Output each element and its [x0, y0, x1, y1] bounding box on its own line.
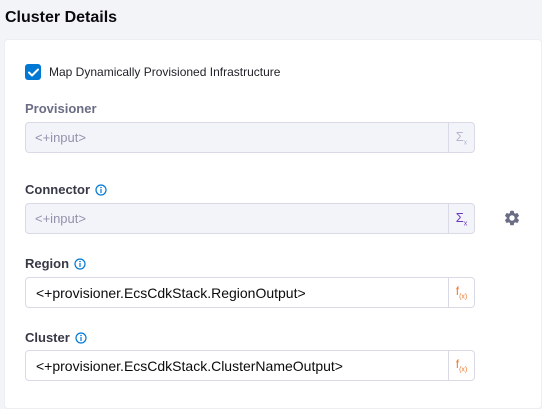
provisioner-input[interactable]: <+input> Σx — [25, 122, 475, 153]
connector-input-value: <+input> — [35, 211, 86, 226]
sigma-icon: Σx — [455, 209, 468, 228]
region-expression-toggle[interactable]: f(x) — [448, 278, 474, 307]
fx-icon: f(x) — [455, 284, 468, 301]
info-icon[interactable] — [95, 183, 107, 196]
fx-icon: f(x) — [455, 357, 468, 374]
map-infra-checkbox-row[interactable]: Map Dynamically Provisioned Infrastructu… — [25, 63, 280, 81]
cluster-label: Cluster — [25, 330, 87, 345]
sigma-icon: Σx — [455, 128, 468, 147]
connector-runtime-toggle[interactable]: Σx — [448, 204, 474, 233]
provisioner-runtime-toggle[interactable]: Σx — [448, 123, 474, 152]
info-icon[interactable] — [75, 331, 87, 344]
check-icon — [27, 68, 39, 76]
region-input-value: <+provisioner.EcsCdkStack.RegionOutput> — [36, 284, 306, 301]
connector-input[interactable]: <+input> Σx — [25, 203, 475, 234]
provisioner-label-text: Provisioner — [25, 101, 97, 116]
region-label-text: Region — [25, 256, 70, 271]
map-infra-checkbox[interactable] — [25, 64, 41, 80]
region-label: Region — [25, 256, 86, 271]
connector-label-text: Connector — [25, 182, 90, 197]
cluster-input[interactable]: <+provisioner.EcsCdkStack.ClusterNameOut… — [25, 350, 475, 381]
map-infra-checkbox-label: Map Dynamically Provisioned Infrastructu… — [49, 65, 281, 79]
region-input[interactable]: <+provisioner.EcsCdkStack.RegionOutput> … — [25, 277, 475, 308]
cluster-label-text: Cluster — [25, 330, 70, 345]
provisioner-input-value: <+input> — [35, 130, 86, 145]
cluster-input-value: <+provisioner.EcsCdkStack.ClusterNameOut… — [36, 357, 343, 374]
section-title: Cluster Details — [5, 9, 118, 26]
connector-label: Connector — [25, 182, 107, 197]
cluster-expression-toggle[interactable]: f(x) — [448, 351, 474, 380]
provisioner-label: Provisioner — [25, 101, 97, 116]
gear-icon[interactable] — [503, 209, 521, 227]
info-icon[interactable] — [74, 257, 86, 270]
